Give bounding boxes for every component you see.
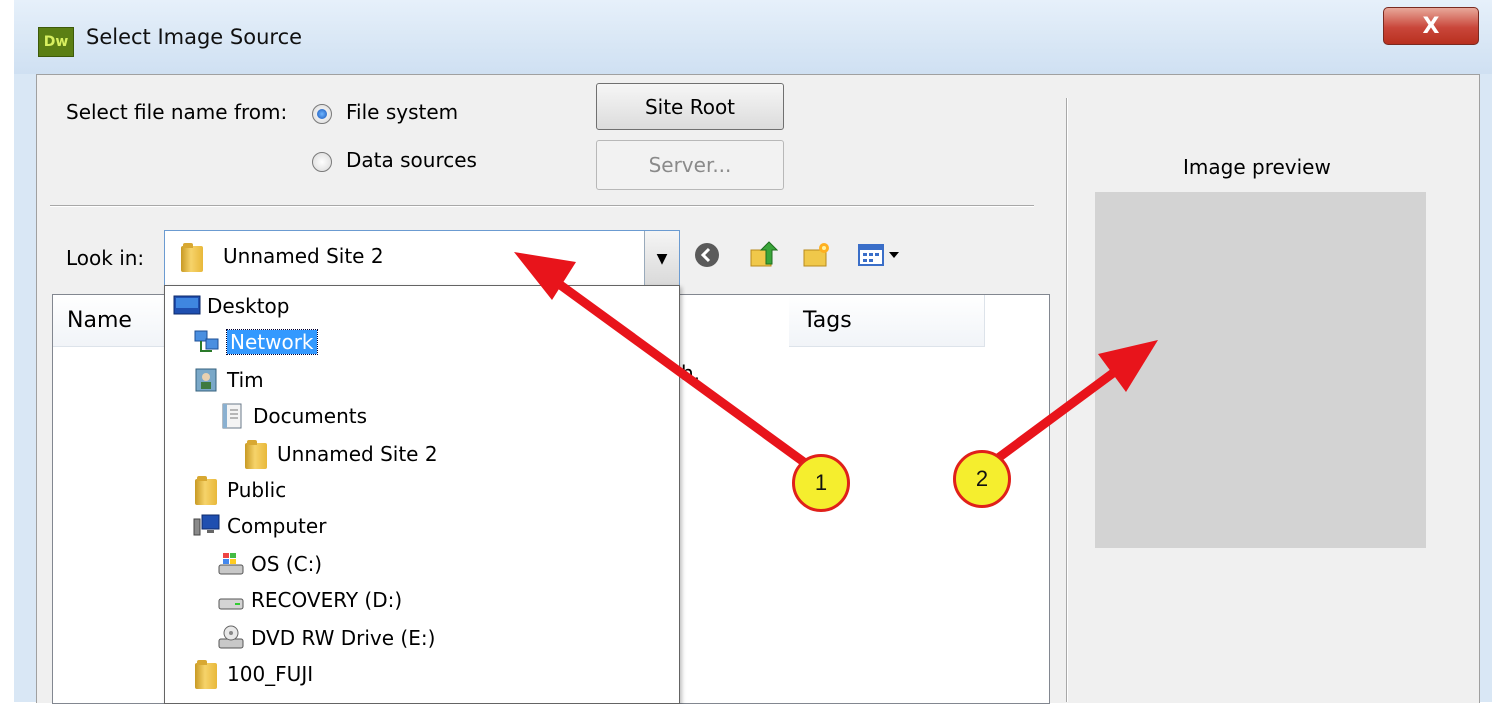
folder-icon — [193, 476, 221, 505]
dropdown-item-recovery-d[interactable]: RECOVERY (D:) — [217, 582, 402, 618]
folder-icon — [181, 243, 203, 272]
server-button[interactable]: Server... — [596, 140, 784, 190]
file-system-radio[interactable] — [312, 104, 332, 124]
look-in-label: Look in: — [66, 246, 145, 270]
desktop-icon — [173, 293, 201, 319]
close-button[interactable]: X — [1383, 7, 1479, 45]
horizontal-divider — [50, 205, 1034, 207]
view-menu-icon[interactable] — [854, 240, 910, 270]
dropdown-item-unnamed-site-2[interactable]: Unnamed Site 2 — [243, 436, 438, 472]
dropdown-item-os-c[interactable]: OS (C:) — [217, 546, 322, 582]
image-preview-label: Image preview — [1183, 155, 1331, 179]
dropdown-item-computer[interactable]: Computer — [193, 508, 326, 544]
drive-icon — [217, 587, 245, 613]
close-icon: X — [1422, 13, 1440, 39]
data-sources-label[interactable]: Data sources — [346, 148, 477, 172]
back-icon[interactable] — [692, 240, 722, 270]
dropdown-item-100-fuji[interactable]: 100_FUJI — [193, 656, 313, 692]
source-label: Select file name from: — [66, 100, 288, 124]
dropdown-item-documents[interactable]: Documents — [219, 398, 367, 434]
image-preview-box — [1095, 192, 1426, 548]
site-root-button[interactable]: Site Root — [596, 83, 784, 130]
data-sources-radio[interactable] — [312, 152, 332, 172]
user-icon — [193, 367, 221, 393]
look-in-value: Unnamed Site 2 — [223, 244, 384, 268]
column-header-name[interactable]: Name — [53, 295, 167, 347]
dropdown-item-network[interactable]: Network — [193, 324, 318, 360]
new-folder-icon[interactable] — [802, 240, 832, 270]
chevron-down-icon: ▼ — [656, 250, 668, 267]
dialog-title: Select Image Source — [86, 25, 303, 49]
dreamweaver-app-icon: Dw — [38, 27, 74, 57]
dropdown-item-dvd-rw-e[interactable]: DVD RW Drive (E:) — [217, 620, 435, 656]
column-header-tags[interactable]: Tags — [789, 295, 985, 347]
dropdown-item-public[interactable]: Public — [193, 472, 286, 508]
folder-icon — [243, 440, 271, 469]
documents-icon — [219, 403, 247, 429]
dvd-drive-icon — [217, 625, 245, 651]
combo-dropdown-button[interactable]: ▼ — [644, 231, 679, 286]
vertical-divider — [1066, 98, 1068, 702]
network-icon — [193, 329, 221, 355]
callout-badge-1: 1 — [792, 454, 850, 512]
dropdown-item-desktop[interactable]: Desktop — [173, 288, 289, 324]
dropdown-item-tim[interactable]: Tim — [193, 362, 264, 398]
look-in-dropdown-list[interactable]: Desktop Network Tim Documents Unnamed Si… — [164, 285, 680, 704]
file-list-partial-text: h. — [681, 361, 701, 385]
windows-drive-icon — [217, 551, 245, 577]
look-in-combobox[interactable]: Unnamed Site 2 ▼ — [164, 230, 680, 287]
up-folder-icon[interactable] — [748, 240, 778, 270]
file-system-label[interactable]: File system — [346, 100, 458, 124]
folder-icon — [193, 660, 221, 689]
computer-icon — [193, 513, 221, 539]
callout-badge-2: 2 — [953, 450, 1011, 508]
